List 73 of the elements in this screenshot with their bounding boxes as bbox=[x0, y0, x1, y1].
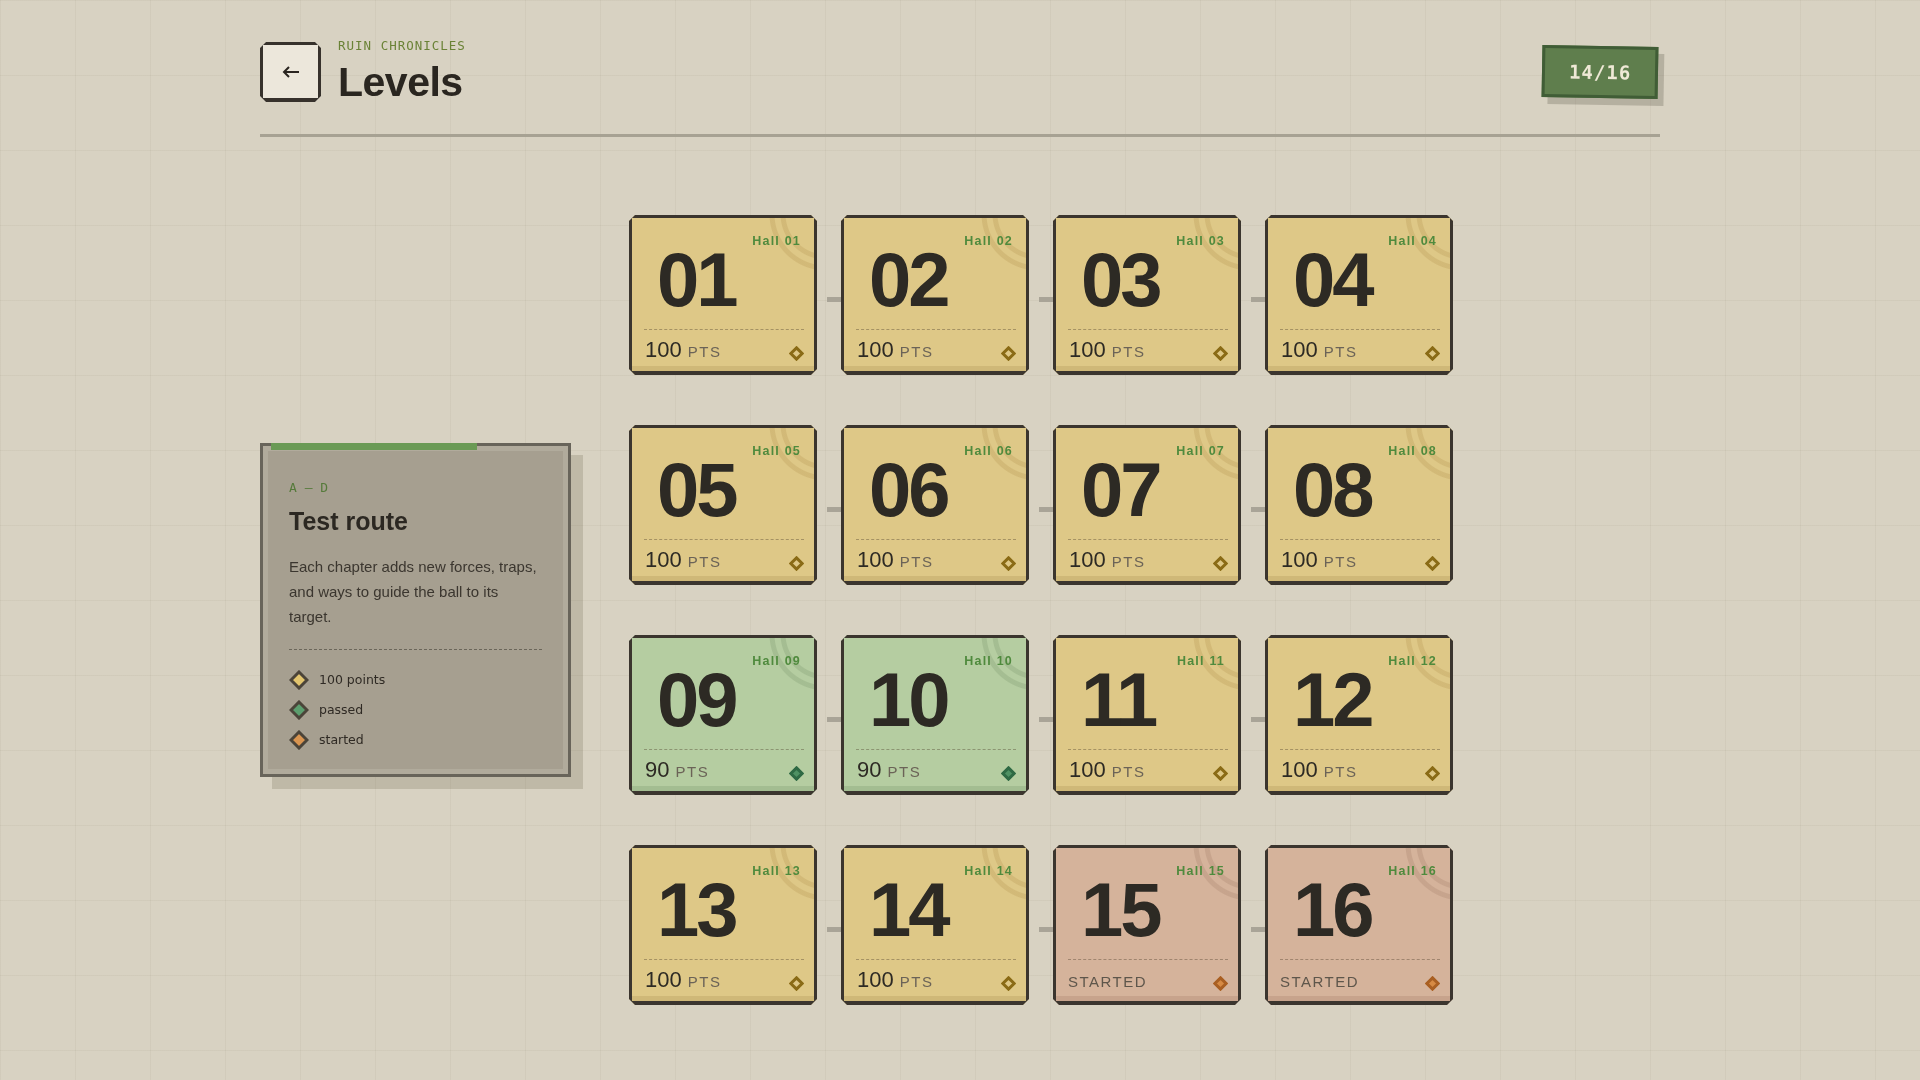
points-unit: PTS bbox=[1323, 552, 1358, 572]
diamond-icon bbox=[789, 975, 804, 991]
points-value: 100 bbox=[857, 546, 894, 574]
chapter-description: Each chapter adds new forces, traps, and ways to guide the ball to its target. bbox=[289, 557, 538, 627]
diamond-icon bbox=[1213, 555, 1228, 571]
back-button[interactable] bbox=[260, 42, 321, 102]
level-number: 15 bbox=[1081, 871, 1160, 949]
status-label: STARTED bbox=[1068, 972, 1148, 992]
diamond-icon bbox=[1425, 345, 1440, 361]
level-number: 05 bbox=[657, 451, 736, 529]
points-value: 90 bbox=[645, 756, 670, 784]
level-number: 03 bbox=[1081, 241, 1160, 319]
points-unit: PTS bbox=[899, 342, 934, 362]
points-unit: PTS bbox=[887, 762, 922, 782]
diamond-icon bbox=[789, 345, 804, 361]
level-number: 16 bbox=[1293, 871, 1372, 949]
diamond-icon bbox=[1425, 765, 1440, 781]
level-number: 06 bbox=[869, 451, 948, 529]
points-value: 100 bbox=[857, 966, 894, 994]
level-number: 14 bbox=[869, 871, 948, 949]
diamond-icon bbox=[1001, 555, 1016, 571]
points-value: 90 bbox=[857, 756, 882, 784]
points-value: 100 bbox=[1281, 336, 1318, 364]
points-value: 100 bbox=[1281, 756, 1318, 784]
diamond-icon bbox=[1001, 975, 1016, 991]
points-value: 100 bbox=[1281, 546, 1318, 574]
level-number: 02 bbox=[869, 241, 948, 319]
points-unit: PTS bbox=[1323, 342, 1358, 362]
level-number: 11 bbox=[1081, 661, 1156, 739]
level-number: 07 bbox=[1081, 451, 1160, 529]
diamond-icon bbox=[1425, 975, 1440, 991]
page-title: Levels bbox=[338, 58, 463, 106]
points-value: 100 bbox=[645, 546, 682, 574]
diamond-icon bbox=[1213, 765, 1228, 781]
points-unit: PTS bbox=[687, 552, 722, 572]
chapter-title: Test route bbox=[289, 506, 408, 536]
level-number: 12 bbox=[1293, 661, 1372, 739]
points-value: 100 bbox=[1069, 546, 1106, 574]
legend-label: started bbox=[319, 731, 364, 749]
points-unit: PTS bbox=[1111, 552, 1146, 572]
diamond-icon bbox=[789, 555, 804, 571]
points-unit: PTS bbox=[1323, 762, 1358, 782]
level-number: 01 bbox=[657, 241, 736, 319]
points-value: 100 bbox=[1069, 756, 1106, 784]
points-value: 100 bbox=[857, 336, 894, 364]
chapter-range: A – D bbox=[289, 480, 329, 496]
level-number: 09 bbox=[657, 661, 736, 739]
level-number: 04 bbox=[1293, 241, 1372, 319]
app-name: RUIN CHRONICLES bbox=[338, 38, 466, 53]
points-unit: PTS bbox=[1111, 342, 1146, 362]
diamond-icon bbox=[1001, 345, 1016, 361]
points-unit: PTS bbox=[899, 972, 934, 992]
points-value: 100 bbox=[645, 966, 682, 994]
points-value: 100 bbox=[1069, 336, 1106, 364]
arrow-left-icon bbox=[281, 65, 300, 78]
diamond-icon bbox=[1213, 975, 1228, 991]
level-number: 13 bbox=[657, 871, 736, 949]
progress-badge: 14/16 bbox=[1541, 45, 1659, 99]
level-number: 10 bbox=[869, 661, 948, 739]
diamond-icon bbox=[1425, 555, 1440, 571]
points-unit: PTS bbox=[675, 762, 710, 782]
diamond-icon bbox=[1213, 345, 1228, 361]
level-number: 08 bbox=[1293, 451, 1372, 529]
status-label: STARTED bbox=[1280, 972, 1360, 992]
points-value: 100 bbox=[645, 336, 682, 364]
points-unit: PTS bbox=[899, 552, 934, 572]
legend-label: 100 points bbox=[319, 671, 386, 689]
legend-label: passed bbox=[319, 701, 364, 719]
points-unit: PTS bbox=[687, 342, 722, 362]
points-unit: PTS bbox=[687, 972, 722, 992]
diamond-icon bbox=[1001, 765, 1016, 781]
points-unit: PTS bbox=[1111, 762, 1146, 782]
diamond-icon bbox=[789, 765, 804, 781]
